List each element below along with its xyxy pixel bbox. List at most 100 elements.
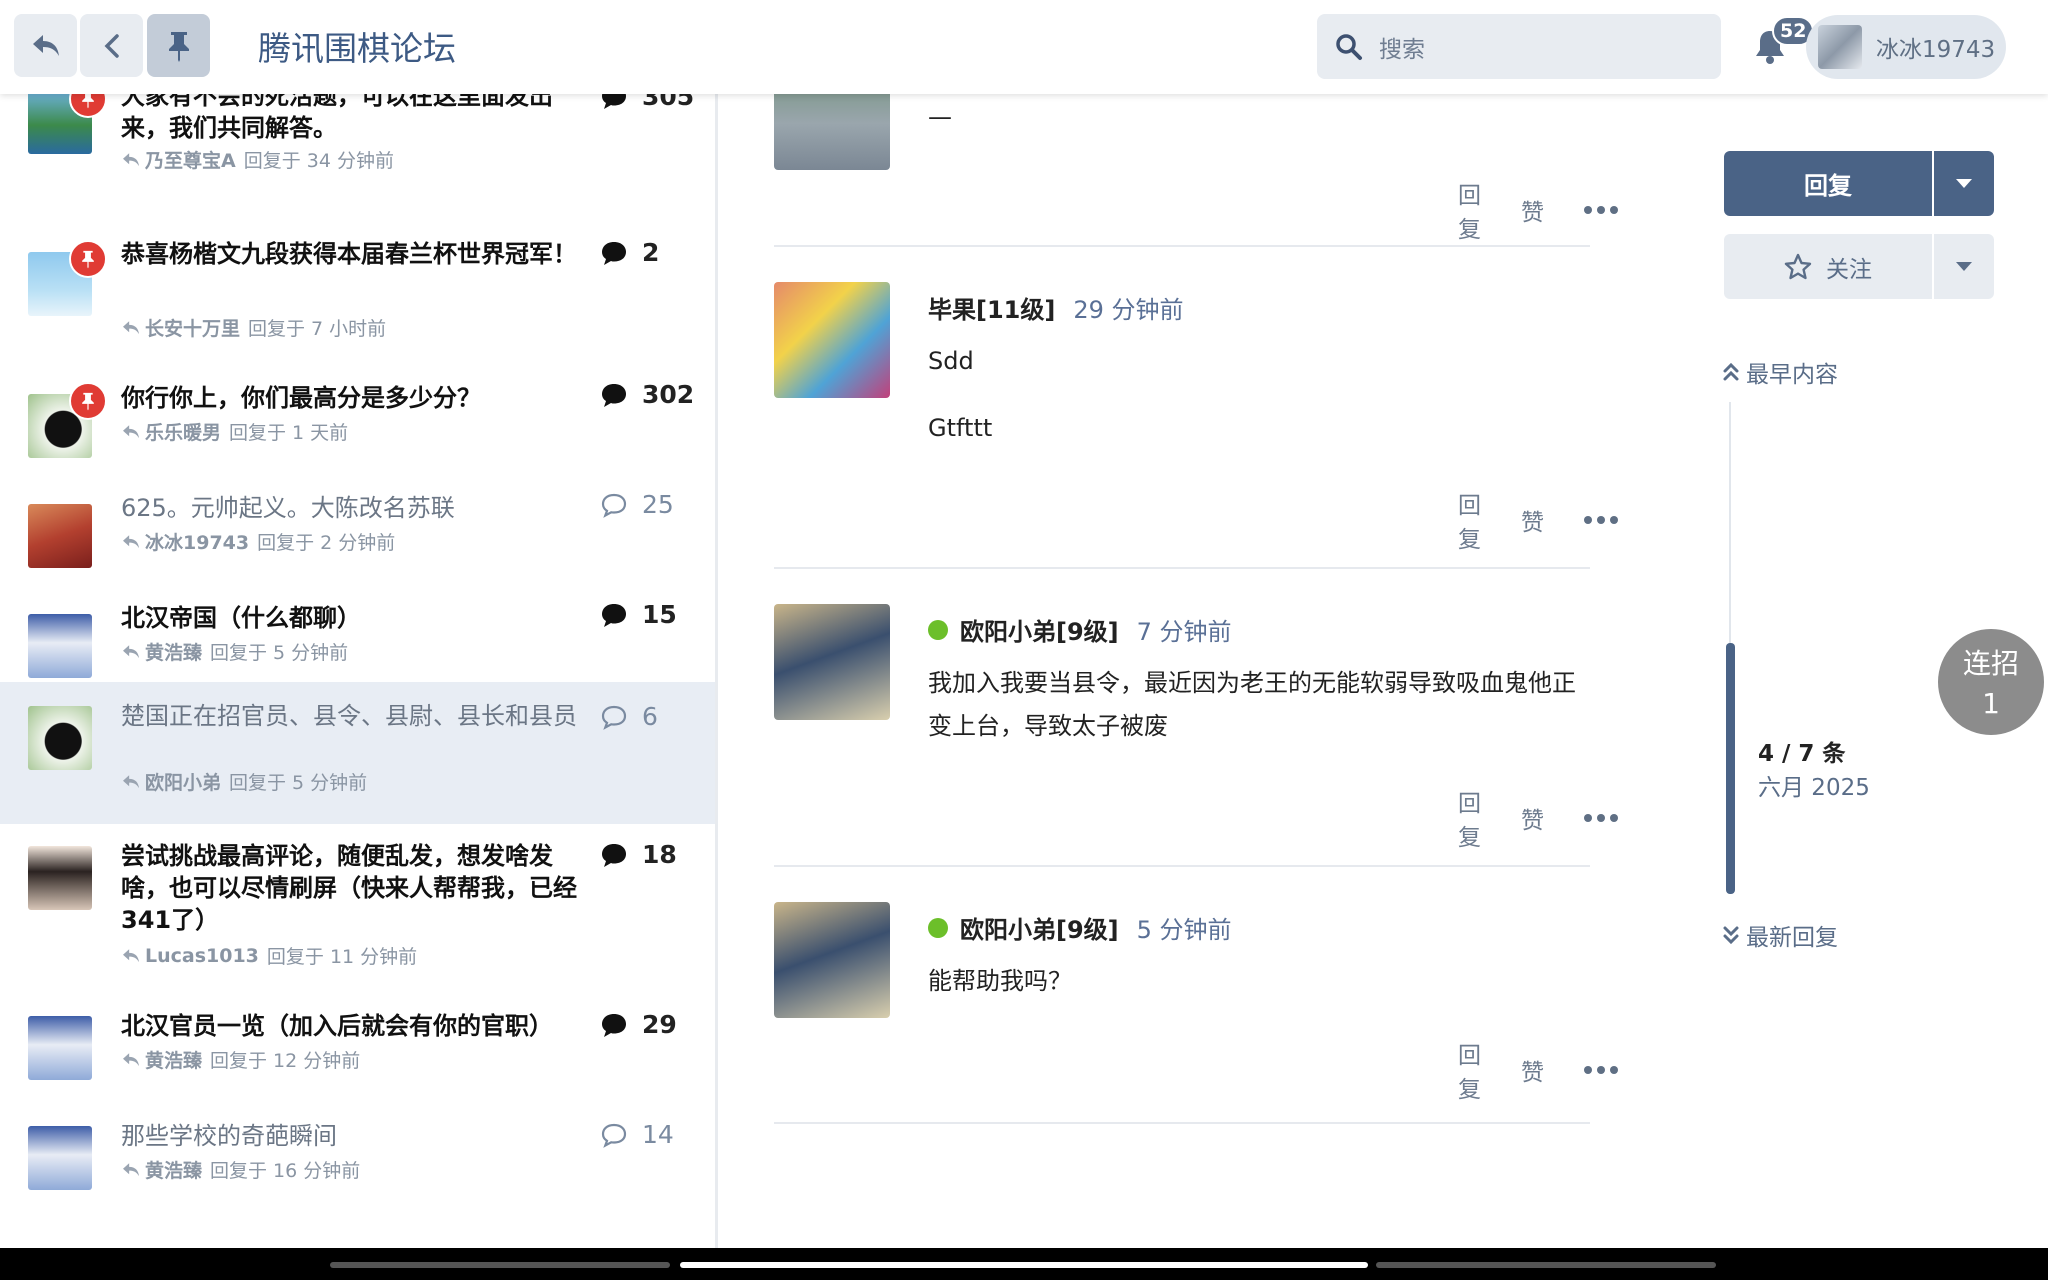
post-actions: 回复 赞: [1458, 784, 1618, 852]
topic-title[interactable]: 625。元帅起义。大陈改名苏联: [121, 492, 581, 524]
topic-item[interactable]: 北汉官员一览（加入后就会有你的官职） 黄浩臻 回复于 12 分钟前 29: [0, 998, 715, 1108]
topic-item[interactable]: 尝试挑战最高评论，随便乱发，想发啥发啥，也可以尽情刷屏（快来人帮帮我，已经341…: [0, 824, 715, 998]
avatar: [1818, 25, 1862, 69]
more-icon[interactable]: [1584, 1066, 1618, 1074]
reply-arrow-icon: [123, 1052, 139, 1066]
search-icon: [1336, 33, 1362, 60]
post-time[interactable]: 5 分钟前: [1137, 910, 1232, 945]
user-menu[interactable]: 冰冰19743: [1806, 15, 2006, 79]
reply-main-button[interactable]: 回复: [1724, 151, 1932, 216]
topic-item[interactable]: 大家有不会的死活题，可以在这里面发出来，我们共同解答。 乃至尊宝A 回复于 34…: [0, 94, 715, 224]
topic-item[interactable]: 北汉帝国（什么都聊） 黄浩臻 回复于 5 分钟前 15: [0, 586, 715, 696]
gesture-segment: [1376, 1262, 1716, 1268]
topic-item[interactable]: 恭喜杨楷文九段获得本届春兰杯世界冠军！ 长安十万里 回复于 7 小时前 2: [0, 224, 715, 366]
topic-meta: 冰冰19743 回复于 2 分钟前: [121, 528, 395, 555]
like-button[interactable]: 赞: [1521, 1053, 1544, 1087]
topic-title[interactable]: 北汉官员一览（加入后就会有你的官职）: [121, 1010, 581, 1042]
post-time[interactable]: 7 分钟前: [1137, 612, 1232, 647]
avatar[interactable]: [774, 282, 890, 398]
floating-combo-button[interactable]: 连招 1: [1936, 627, 2046, 737]
topic-title[interactable]: 恭喜杨楷文九段获得本届春兰杯世界冠军！: [121, 238, 581, 270]
post: 欧阳小弟[9级] 7 分钟前 我加入我要当县令，最近因为老王的无能软弱导致吸血鬼…: [774, 604, 1618, 854]
last-poster[interactable]: 长安十万里: [145, 314, 240, 341]
more-icon[interactable]: [1584, 206, 1618, 214]
topic-meta: 乐乐暖男 回复于 1 天前: [121, 418, 348, 445]
topic-meta: 黄浩臻 回复于 12 分钟前: [121, 1046, 360, 1073]
topic-title[interactable]: 大家有不会的死活题，可以在这里面发出来，我们共同解答。: [121, 94, 581, 144]
divider: [774, 1122, 1590, 1124]
post-time[interactable]: 29 分钟前: [1073, 290, 1183, 325]
reply-dropdown-button[interactable]: [1934, 151, 1994, 216]
reply-button[interactable]: 回复: [1458, 1036, 1481, 1104]
comment-icon: [602, 383, 626, 407]
jump-latest-link[interactable]: 最新回复: [1722, 918, 1838, 952]
divider: [774, 865, 1590, 867]
reply-count: 18: [600, 840, 677, 869]
like-button[interactable]: 赞: [1521, 503, 1544, 537]
follow-dropdown-button[interactable]: [1934, 234, 1994, 299]
double-chevron-up-icon: [1723, 362, 1739, 381]
topic-item[interactable]: 你行你上，你们最高分是多少分？ 乐乐暖男 回复于 1 天前 302: [0, 366, 715, 476]
reply-button[interactable]: 回复: [1458, 176, 1481, 244]
last-reply-time: 回复于 34 分钟前: [243, 150, 394, 172]
search-box[interactable]: 搜索: [1317, 14, 1721, 79]
post: — 回复 赞: [774, 94, 1618, 243]
topic-title[interactable]: 北汉帝国（什么都聊）: [121, 602, 581, 634]
last-poster[interactable]: 黄浩臻: [145, 1156, 202, 1183]
last-poster[interactable]: 黄浩臻: [145, 638, 202, 665]
avatar: [28, 1126, 92, 1190]
last-poster[interactable]: 黄浩臻: [145, 1046, 202, 1073]
more-icon[interactable]: [1584, 814, 1618, 822]
pin-icon: [168, 31, 189, 62]
home-indicator[interactable]: [680, 1262, 1368, 1268]
last-poster[interactable]: 乃至尊宝A: [145, 146, 236, 173]
online-indicator: [928, 619, 948, 640]
jump-earliest-link[interactable]: 最早内容: [1722, 355, 1838, 389]
reply-count: 302: [600, 380, 694, 409]
post-body: 能帮助我吗？: [928, 967, 1072, 995]
pin-sidebar-button[interactable]: [147, 14, 210, 77]
like-button[interactable]: 赞: [1521, 193, 1544, 227]
like-button[interactable]: 赞: [1521, 801, 1544, 835]
post-author[interactable]: 欧阳小弟[9级]: [960, 612, 1119, 647]
topic-title[interactable]: 那些学校的奇葩瞬间: [121, 1120, 581, 1152]
last-poster[interactable]: 乐乐暖男: [145, 418, 221, 445]
post-actions: 回复 赞: [1458, 176, 1618, 244]
post-header: 毕果[11级] 29 分钟前: [928, 290, 1184, 325]
topic-item[interactable]: 那些学校的奇葩瞬间 黄浩臻 回复于 16 分钟前 14: [0, 1108, 715, 1218]
topic-title[interactable]: 你行你上，你们最高分是多少分？: [121, 382, 581, 414]
last-poster[interactable]: 欧阳小弟: [145, 768, 221, 795]
timeline-handle[interactable]: [1726, 643, 1735, 894]
online-indicator: [928, 917, 948, 938]
site-title[interactable]: 腾讯围棋论坛: [258, 22, 456, 70]
post-author[interactable]: 毕果[11级]: [928, 290, 1055, 325]
reply-arrow-icon: [123, 152, 139, 166]
reply-arrow-icon: [123, 320, 139, 334]
avatar[interactable]: [774, 94, 890, 170]
last-reply-time: 回复于 12 分钟前: [210, 1050, 361, 1072]
post-author[interactable]: 欧阳小弟[9级]: [960, 910, 1119, 945]
topic-item[interactable]: 625。元帅起义。大陈改名苏联 冰冰19743 回复于 2 分钟前 25: [0, 476, 715, 586]
topic-item-selected[interactable]: 楚国正在招官员、县令、县尉、县长和县员 欧阳小弟 回复于 5 分钟前 6: [0, 682, 715, 824]
reply-arrow-icon: [123, 774, 139, 788]
last-poster[interactable]: 冰冰19743: [145, 528, 249, 555]
avatar[interactable]: [774, 902, 890, 1018]
topic-title[interactable]: 楚国正在招官员、县令、县尉、县长和县员: [121, 700, 581, 732]
post-body: 我加入我要当县令，最近因为老王的无能软弱导致吸血鬼他正变上台，导致太子被废: [928, 669, 1576, 740]
more-icon[interactable]: [1584, 516, 1618, 524]
back-button[interactable]: [80, 14, 143, 77]
search-placeholder: 搜索: [1379, 36, 1425, 63]
topic-title[interactable]: 尝试挑战最高评论，随便乱发，想发啥发啥，也可以尽情刷屏（快来人帮帮我，已经341…: [121, 840, 581, 936]
divider: [774, 245, 1590, 247]
divider: [774, 567, 1590, 569]
back-reply-button[interactable]: [14, 14, 77, 77]
pinned-icon: [69, 240, 107, 278]
follow-button[interactable]: 关注: [1724, 234, 1932, 299]
avatar[interactable]: [774, 604, 890, 720]
last-poster[interactable]: Lucas1013: [145, 945, 259, 967]
post: 欧阳小弟[9级] 5 分钟前 能帮助我吗？ 回复 赞: [774, 902, 1618, 1104]
reply-button[interactable]: 回复: [1458, 486, 1481, 554]
chevron-left-icon: [104, 33, 119, 58]
reply-button[interactable]: 回复: [1458, 784, 1481, 852]
comment-icon: [602, 241, 626, 265]
